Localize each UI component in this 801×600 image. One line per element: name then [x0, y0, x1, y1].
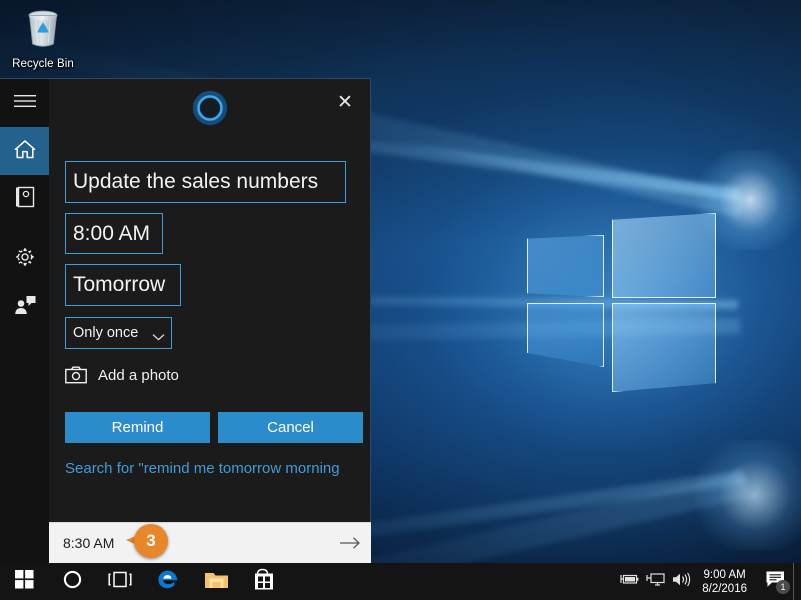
sidebar-item-settings[interactable] [0, 235, 49, 283]
sidebar-item-hamburger[interactable] [0, 79, 49, 127]
cancel-button[interactable]: Cancel [218, 412, 363, 443]
start-button[interactable] [0, 563, 48, 600]
feedback-person-icon [14, 295, 36, 320]
tray-network-button[interactable] [642, 563, 668, 600]
store-icon [253, 568, 275, 596]
taskbar-cortana-button[interactable] [48, 563, 96, 600]
windows-start-icon [14, 569, 34, 594]
badge-number: 3 [134, 524, 168, 558]
reminder-time-field[interactable]: 8:00 AM [65, 213, 163, 254]
taskbar-clock[interactable]: 9:00 AM 8/2/2016 [694, 568, 757, 596]
battery-icon [619, 572, 639, 591]
home-icon [14, 139, 36, 164]
speaker-icon [671, 572, 691, 592]
search-for-link[interactable]: Search for "remind me tomorrow morning [65, 460, 370, 477]
show-desktop-button[interactable] [793, 563, 801, 600]
screen: Recycle Bin ✕ Update the sales numbers 8… [0, 0, 801, 600]
recycle-bin-icon [19, 6, 67, 52]
taskbar: 9:00 AM 8/2/2016 1 [0, 563, 801, 600]
action-center-button[interactable]: 1 [757, 563, 793, 600]
reminder-title-field[interactable]: Update the sales numbers [65, 161, 346, 203]
taskbar-file-explorer-button[interactable] [192, 563, 240, 600]
search-input[interactable] [49, 534, 329, 552]
hamburger-menu-icon [13, 94, 36, 113]
reminder-action-row: Remind Cancel [65, 412, 370, 443]
notebook-icon [15, 186, 35, 213]
folder-icon [204, 569, 229, 595]
sidebar-item-feedback[interactable] [0, 283, 49, 331]
tray-battery-button[interactable] [616, 563, 642, 600]
task-view-icon [108, 571, 132, 593]
network-monitor-icon [646, 572, 665, 592]
action-center-badge: 1 [776, 580, 790, 594]
cortana-reminder-form: Update the sales numbers 8:00 AM Tomorro… [49, 131, 370, 563]
tray-volume-button[interactable] [668, 563, 694, 600]
camera-icon [65, 366, 87, 384]
taskbar-microsoft-store-button[interactable] [240, 563, 288, 600]
reminder-repeat-value: Only once [73, 325, 139, 341]
add-photo-button[interactable]: Add a photo [65, 366, 370, 384]
clock-time: 9:00 AM [703, 568, 746, 581]
chevron-down-icon [152, 329, 165, 341]
gear-icon [14, 246, 36, 273]
taskbar-task-view-button[interactable] [96, 563, 144, 600]
add-photo-label: Add a photo [98, 366, 179, 384]
desktop-icon-recycle-bin[interactable]: Recycle Bin [8, 6, 78, 70]
cortana-circle-icon [63, 570, 82, 594]
taskbar-microsoft-edge-button[interactable] [144, 563, 192, 600]
cortana-orb-icon[interactable] [191, 89, 229, 127]
cortana-sidebar [0, 79, 49, 563]
sidebar-item-home[interactable] [0, 127, 49, 175]
recycle-bin-label: Recycle Bin [12, 58, 74, 70]
system-tray: 9:00 AM 8/2/2016 1 [616, 563, 801, 600]
reminder-date-value: Tomorrow [73, 273, 166, 296]
reminder-repeat-dropdown[interactable]: Only once [65, 317, 172, 349]
reminder-date-field[interactable]: Tomorrow [65, 264, 181, 306]
reminder-time-value: 8:00 AM [73, 221, 151, 245]
cortana-header: ✕ [49, 79, 370, 131]
remind-button[interactable]: Remind [65, 412, 210, 443]
reminder-title-value: Update the sales numbers [73, 170, 319, 193]
cortana-panel: ✕ Update the sales numbers 8:00 AM Tomor… [0, 78, 371, 563]
edge-icon [156, 567, 180, 596]
cortana-search-bar [49, 522, 371, 563]
clock-date: 8/2/2016 [702, 582, 747, 595]
cortana-content: ✕ Update the sales numbers 8:00 AM Tomor… [49, 79, 371, 563]
arrow-right-icon[interactable] [329, 523, 371, 563]
close-icon[interactable]: ✕ [328, 87, 362, 117]
step-callout-badge: 3 [126, 524, 168, 560]
sidebar-item-notebook[interactable] [0, 175, 49, 223]
